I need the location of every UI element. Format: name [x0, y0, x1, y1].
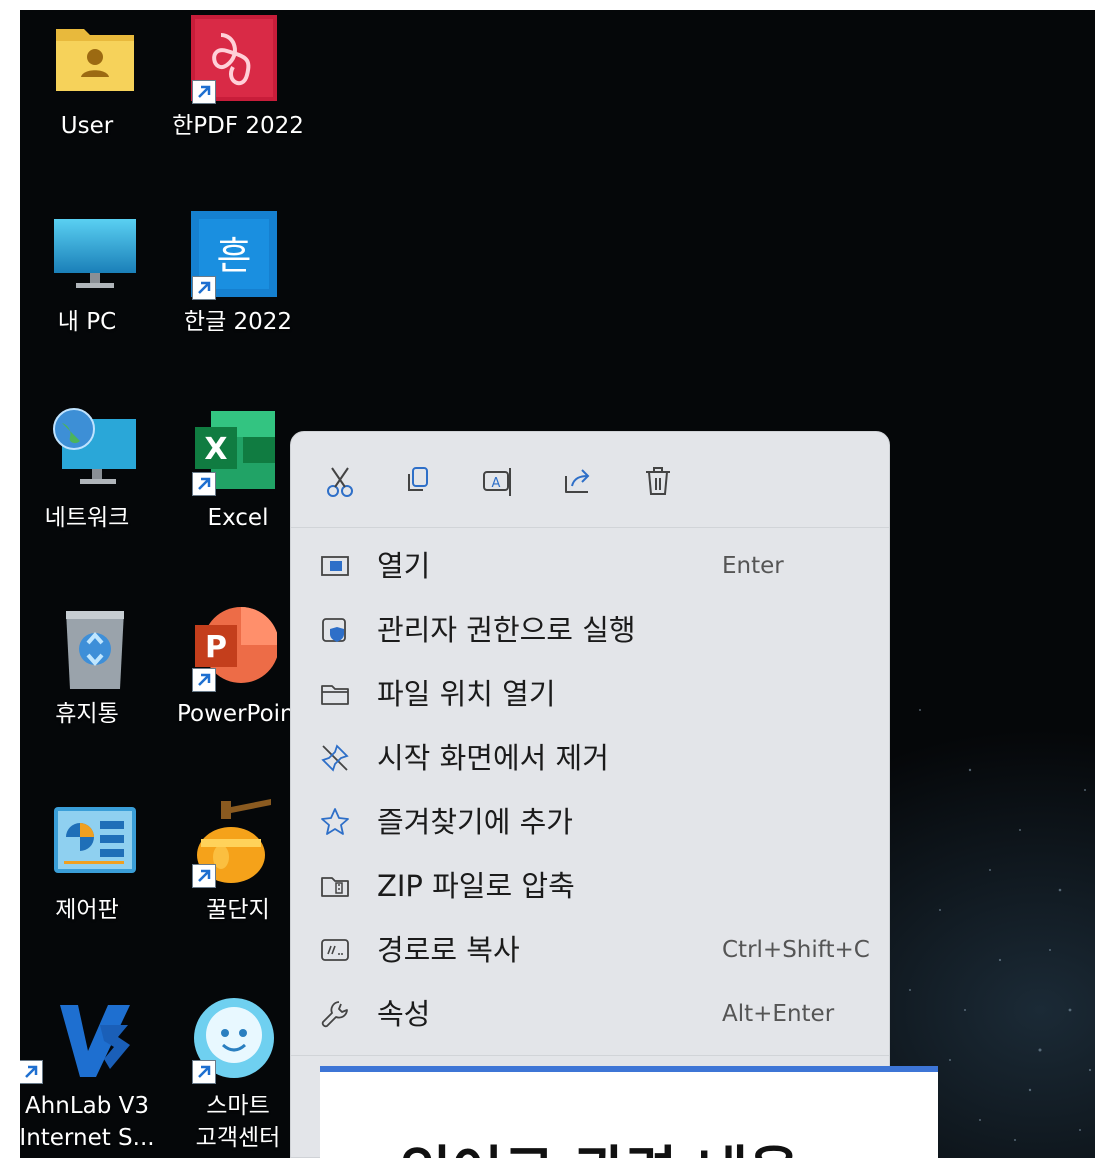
- icon-label-line2: Internet S...: [20, 1125, 155, 1151]
- desktop-icon-ahnlab-v3[interactable]: AhnLab V3 Internet S...: [20, 990, 157, 1155]
- shortcut-arrow-icon: [192, 864, 216, 888]
- menu-item-open-file-location[interactable]: 파일 위치 열기: [291, 665, 889, 723]
- svg-text:P: P: [205, 630, 227, 665]
- menu-separator: [291, 527, 889, 528]
- delete-icon[interactable]: [636, 460, 680, 504]
- quick-actions-bar: A: [291, 432, 889, 527]
- menu-item-run-as-admin[interactable]: 관리자 권한으로 실행: [291, 601, 889, 659]
- icon-label: 제어판: [55, 897, 119, 923]
- icon-label: 스마트 고객센터: [168, 1090, 308, 1154]
- menu-item-copy-as-path[interactable]: 경로로 복사 Ctrl+Shift+C: [291, 921, 889, 979]
- unpin-icon: [319, 742, 351, 774]
- desktop-icon-excel[interactable]: X Excel: [168, 402, 308, 567]
- shortcut-arrow-icon: [192, 80, 216, 104]
- control-panel-icon: [52, 799, 138, 885]
- icon-label: 내 PC: [57, 309, 117, 335]
- desktop-icon-hangul[interactable]: 흔 한글 2022: [168, 206, 308, 371]
- desktop-icon-kkuldanji[interactable]: 꿀단지: [168, 794, 308, 959]
- network-icon: [52, 407, 138, 493]
- menu-item-add-to-favorites[interactable]: 즐겨찾기에 추가: [291, 793, 889, 851]
- desktop-icon-network[interactable]: 네트워크: [20, 402, 157, 567]
- shortcut-arrow-icon: [20, 1060, 43, 1084]
- context-menu: A 열기 Enter 관리자 권한으로 실행 파일 위치 열기 시작 화면에서 …: [290, 431, 890, 1158]
- path-icon: [319, 934, 351, 966]
- zip-icon: [319, 870, 351, 902]
- shortcut-arrow-icon: [192, 668, 216, 692]
- icon-label: 네트워크: [44, 505, 130, 531]
- recycle-bin-icon: [52, 603, 138, 689]
- shield-icon: [319, 614, 351, 646]
- menu-item-label: ZIP 파일로 압축: [377, 869, 575, 903]
- icon-label: 한PDF 2022: [172, 113, 304, 139]
- desktop-icon-user[interactable]: User: [20, 10, 157, 175]
- menu-item-shortcut: Enter: [722, 553, 784, 579]
- desktop-icon-powerpoint[interactable]: P PowerPoint: [168, 598, 308, 763]
- shortcut-arrow-icon: [192, 276, 216, 300]
- icon-label: 휴지통: [55, 701, 119, 727]
- icon-label: Excel: [207, 505, 269, 531]
- menu-item-shortcut: Alt+Enter: [722, 1001, 835, 1027]
- desktop-icon-smart-support[interactable]: 스마트 고객센터: [168, 990, 308, 1155]
- open-icon: [319, 550, 351, 582]
- wrench-icon: [319, 998, 351, 1030]
- desktop-icon-recycle-bin[interactable]: 휴지통: [20, 598, 157, 763]
- rename-icon[interactable]: A: [476, 460, 520, 504]
- icon-label: 꿀단지: [206, 897, 270, 923]
- menu-item-compress-zip[interactable]: ZIP 파일로 압축: [291, 857, 889, 915]
- icon-label: 한글 2022: [183, 309, 293, 335]
- menu-item-shortcut: Ctrl+Shift+C: [722, 937, 870, 963]
- menu-item-label: 시작 화면에서 제거: [377, 741, 609, 775]
- shortcut-arrow-icon: [192, 1060, 216, 1084]
- menu-item-label: 관리자 권한으로 실행: [377, 613, 636, 647]
- ahnlab-v3-icon: [52, 995, 138, 1081]
- menu-item-unpin-from-start[interactable]: 시작 화면에서 제거: [291, 729, 889, 787]
- overlay-window-title: 있어로 관련 내용: [400, 1144, 800, 1158]
- menu-item-open[interactable]: 열기 Enter: [291, 537, 889, 595]
- desktop-icon-control-panel[interactable]: 제어판: [20, 794, 157, 959]
- desktop-icon-hanpdf[interactable]: 한PDF 2022: [168, 10, 308, 175]
- menu-item-label: 열기: [377, 549, 431, 583]
- folder-icon: [319, 678, 351, 710]
- menu-item-label: 파일 위치 열기: [377, 677, 556, 711]
- copy-icon[interactable]: [396, 460, 440, 504]
- star-icon: [319, 806, 351, 838]
- svg-text:X: X: [204, 432, 227, 467]
- icon-label-line1: AhnLab V3: [24, 1093, 150, 1119]
- menu-item-label: 경로로 복사: [377, 933, 520, 967]
- icon-label-line1: 스마트: [206, 1093, 270, 1119]
- svg-text:흔: 흔: [217, 234, 252, 278]
- menu-separator: [291, 1055, 889, 1056]
- shortcut-arrow-icon: [192, 472, 216, 496]
- menu-item-properties[interactable]: 속성 Alt+Enter: [291, 985, 889, 1043]
- desktop-icon-my-pc[interactable]: 내 PC: [20, 206, 157, 371]
- cut-icon[interactable]: [318, 460, 362, 504]
- monitor-icon: [52, 211, 138, 297]
- svg-text:A: A: [492, 476, 501, 491]
- icon-label: AhnLab V3 Internet S...: [20, 1090, 157, 1154]
- share-icon[interactable]: [556, 460, 600, 504]
- icon-label: User: [60, 113, 114, 139]
- overlay-window: 있어로 관련 내용: [320, 1066, 938, 1158]
- menu-item-label: 즐겨찾기에 추가: [377, 805, 573, 839]
- menu-item-label: 속성: [377, 997, 431, 1031]
- icon-label-line2: 고객센터: [195, 1125, 281, 1151]
- user-folder-icon: [52, 15, 138, 101]
